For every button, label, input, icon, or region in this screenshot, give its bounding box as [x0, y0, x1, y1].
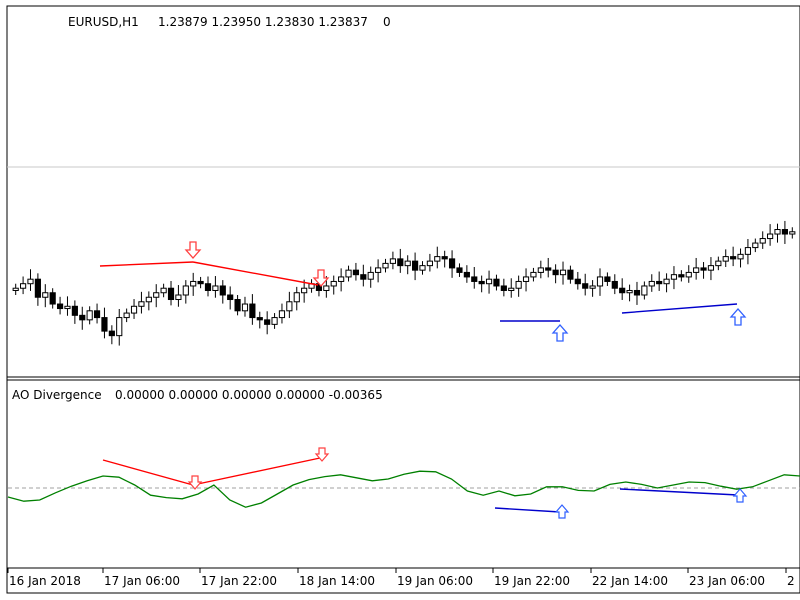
indicator-name: AO Divergence — [12, 388, 102, 402]
symbol-label: EURUSD,H1 — [68, 15, 139, 29]
indicator-values: 0.00000 0.00000 0.00000 0.00000 -0.00365 — [115, 388, 383, 402]
chart-window[interactable]: EURUSD,H1 1.23879 1.23950 1.23830 1.2383… — [0, 0, 800, 600]
time-tick-label: 16 Jan 2018 — [9, 574, 81, 588]
time-tick-label: 19 Jan 22:00 — [494, 574, 570, 588]
time-tick-label: 23 Jan 06:00 — [689, 574, 765, 588]
time-tick-label: 17 Jan 22:00 — [201, 574, 277, 588]
time-tick-label: 17 Jan 06:00 — [104, 574, 180, 588]
time-tick-label: 19 Jan 06:00 — [397, 574, 473, 588]
ohlc-values: 1.23879 1.23950 1.23830 1.23837 — [158, 15, 368, 29]
time-tick-label: 22 Jan 14:00 — [592, 574, 668, 588]
time-tick-label: 2 — [787, 574, 795, 588]
time-tick-label: 18 Jan 14:00 — [299, 574, 375, 588]
chart-frame — [6, 5, 800, 594]
header-extra: 0 — [383, 15, 391, 29]
